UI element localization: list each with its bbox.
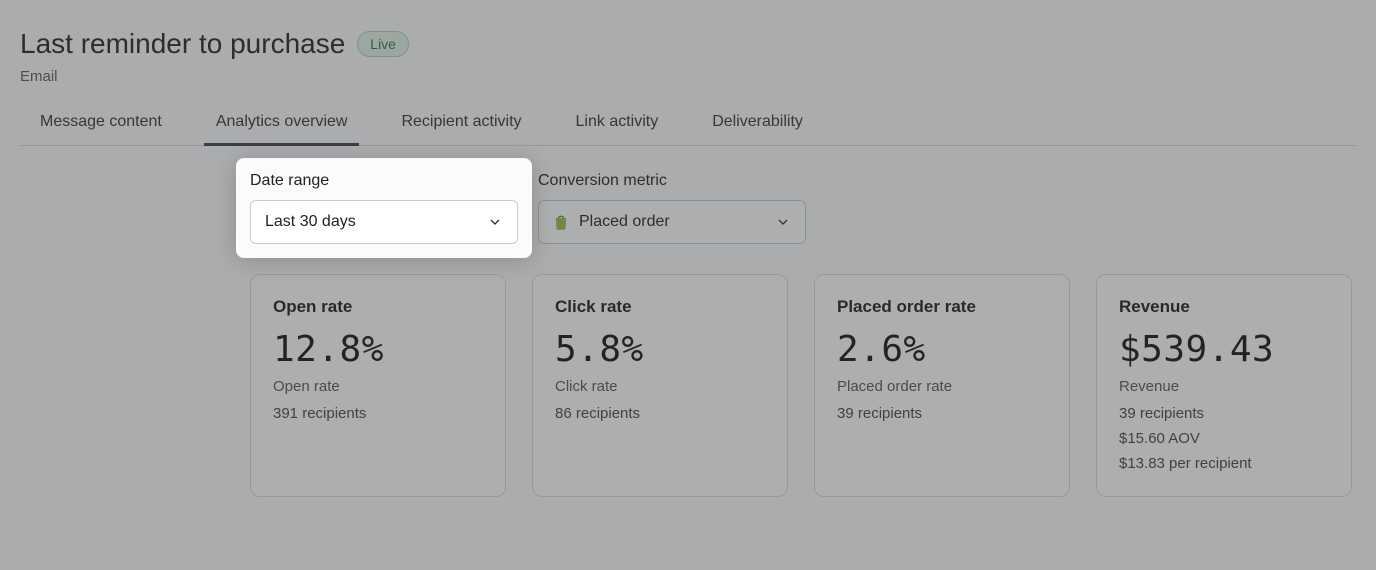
metric-detail: 39 recipients [1119,405,1329,422]
tab-recipient-activity[interactable]: Recipient activity [401,113,521,145]
date-range-select[interactable]: Last 30 days [250,200,518,244]
metric-detail: 39 recipients [837,405,1047,422]
date-range-filter: Date range Last 30 days [250,172,518,244]
metric-subtitle: Revenue [1119,378,1329,395]
tab-label: Deliverability [712,113,803,130]
tab-link-activity[interactable]: Link activity [576,113,659,145]
metric-detail: 86 recipients [555,405,765,422]
channel-label: Email [20,68,1356,85]
conversion-metric-value: Placed order [579,213,670,231]
date-range-value: Last 30 days [265,213,356,231]
metric-title: Open rate [273,297,483,317]
metric-subtitle: Open rate [273,378,483,395]
metric-subtitle: Click rate [555,378,765,395]
page-root: Last reminder to purchase Live Email Mes… [0,0,1376,570]
chevron-down-icon [775,214,791,230]
metric-title: Click rate [555,297,765,317]
page-title: Last reminder to purchase [20,28,345,60]
tab-label: Recipient activity [401,113,521,130]
metric-title: Placed order rate [837,297,1047,317]
status-badge: Live [357,31,409,57]
tabs: Message content Analytics overview Recip… [20,113,1356,146]
conversion-metric-select[interactable]: Placed order [538,200,806,244]
tab-label: Message content [40,113,162,130]
metric-title: Revenue [1119,297,1329,317]
metric-value: 5.8% [555,329,765,370]
metric-subtitle: Placed order rate [837,378,1047,395]
page-header: Last reminder to purchase Live Email Mes… [0,0,1376,146]
metric-value: $539.43 [1119,329,1329,370]
metric-value: 2.6% [837,329,1047,370]
tab-label: Link activity [576,113,659,130]
metric-detail: $13.83 per recipient [1119,455,1329,472]
conversion-metric-label: Conversion metric [538,172,806,190]
metric-detail: $15.60 AOV [1119,430,1329,447]
shopify-bag-icon [553,213,569,231]
conversion-metric-filter: Conversion metric Placed order [538,172,806,244]
metric-cards: Open rate 12.8% Open rate 391 recipients… [250,274,1356,497]
metric-value: 12.8% [273,329,483,370]
metric-card-open-rate[interactable]: Open rate 12.8% Open rate 391 recipients [250,274,506,497]
title-row: Last reminder to purchase Live [20,28,1356,60]
metric-card-placed-order-rate[interactable]: Placed order rate 2.6% Placed order rate… [814,274,1070,497]
metric-card-click-rate[interactable]: Click rate 5.8% Click rate 86 recipients [532,274,788,497]
metric-card-revenue[interactable]: Revenue $539.43 Revenue 39 recipients $1… [1096,274,1352,497]
content: Date range Last 30 days Conversion metri… [0,146,1376,527]
metric-detail: 391 recipients [273,405,483,422]
chevron-down-icon [487,214,503,230]
date-range-label: Date range [250,172,518,190]
filters-row: Date range Last 30 days Conversion metri… [250,172,1356,244]
tab-message-content[interactable]: Message content [40,113,162,145]
tab-label: Analytics overview [216,113,348,130]
tab-analytics-overview[interactable]: Analytics overview [216,113,348,145]
tab-deliverability[interactable]: Deliverability [712,113,803,145]
